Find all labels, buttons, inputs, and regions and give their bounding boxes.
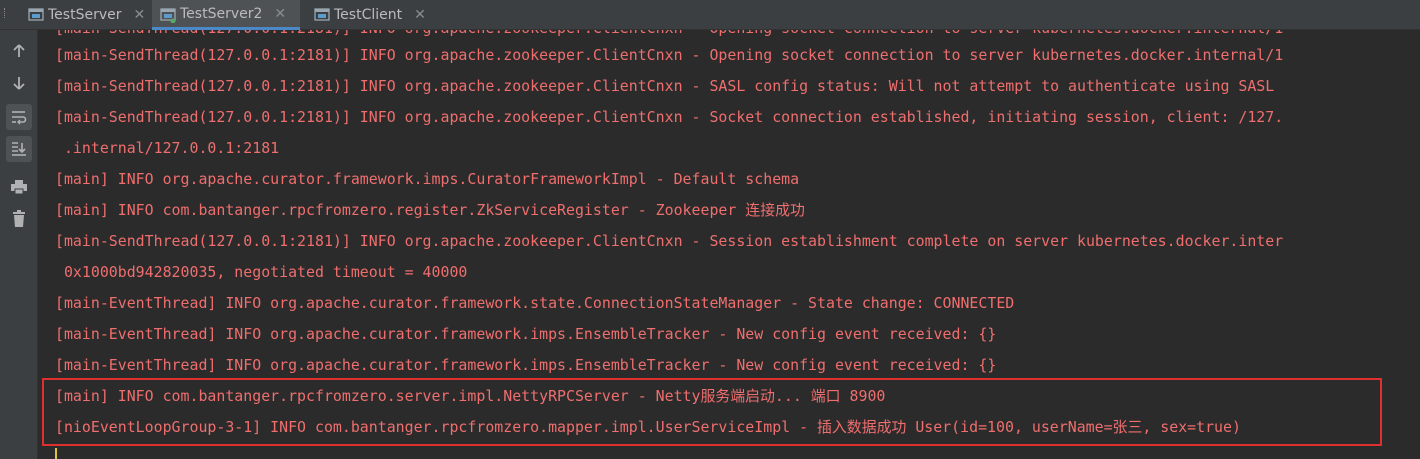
run-tabs-bar: TestServer ✕ TestServer2 ✕ TestClient ✕: [0, 0, 1420, 30]
run-config-running-icon: [160, 8, 176, 23]
highlight-annotation-box: [42, 378, 1382, 446]
tab-label: TestClient: [334, 7, 403, 23]
print-icon: [11, 180, 27, 195]
up-stack-trace-button[interactable]: [6, 38, 32, 64]
log-line: [main-SendThread(127.0.0.1:2181)] INFO o…: [55, 232, 1284, 250]
log-line: [main-EventThread] INFO org.apache.curat…: [55, 294, 1015, 312]
log-line: [main-EventThread] INFO org.apache.curat…: [55, 356, 997, 374]
run-tool-window: TestServer ✕ TestServer2 ✕ TestClient ✕: [0, 0, 1420, 459]
tab-testserver2[interactable]: TestServer2 ✕: [152, 0, 300, 30]
log-line: [main] INFO com.bantanger.rpcfromzero.re…: [55, 201, 805, 219]
down-stack-trace-button[interactable]: [6, 70, 32, 96]
log-line-partial: [main-SendThread(127.0.0.1:2181)] INFO o…: [55, 30, 1283, 38]
arrow-up-icon: [13, 44, 25, 57]
tab-overflow-marker: [4, 8, 7, 18]
print-button[interactable]: [6, 174, 32, 200]
close-icon[interactable]: ✕: [133, 7, 145, 23]
scroll-to-end-icon: [12, 142, 26, 156]
soft-wrap-button[interactable]: [6, 104, 32, 130]
scroll-to-end-button[interactable]: [6, 136, 32, 162]
trash-icon: [13, 210, 25, 227]
log-line: [main-SendThread(127.0.0.1:2181)] INFO o…: [55, 108, 1284, 126]
console-output[interactable]: [main-SendThread(127.0.0.1:2181)] INFO o…: [38, 30, 1420, 459]
tab-testclient[interactable]: TestClient ✕: [306, 0, 436, 30]
console-toolbar: [0, 30, 38, 459]
log-line: [main] INFO org.apache.curator.framework…: [55, 170, 800, 188]
close-icon[interactable]: ✕: [414, 7, 426, 23]
soft-wrap-icon: [12, 111, 27, 125]
arrow-down-icon: [13, 77, 25, 90]
clear-all-button[interactable]: [6, 206, 32, 232]
tab-label: TestServer2: [180, 5, 263, 22]
log-line: [main-SendThread(127.0.0.1:2181)] INFO o…: [55, 77, 1275, 95]
text-caret: [55, 448, 57, 459]
tab-testserver[interactable]: TestServer ✕: [20, 0, 148, 30]
tab-label: TestServer: [48, 7, 122, 23]
log-line: .internal/127.0.0.1:2181: [55, 139, 280, 157]
log-line: [main-SendThread(127.0.0.1:2181)] INFO o…: [55, 46, 1284, 64]
close-icon[interactable]: ✕: [274, 6, 286, 22]
run-config-icon: [28, 8, 44, 21]
run-config-icon: [314, 8, 330, 21]
log-line: [main-EventThread] INFO org.apache.curat…: [55, 325, 997, 343]
log-line: 0x1000bd942820035, negotiated timeout = …: [55, 263, 468, 281]
